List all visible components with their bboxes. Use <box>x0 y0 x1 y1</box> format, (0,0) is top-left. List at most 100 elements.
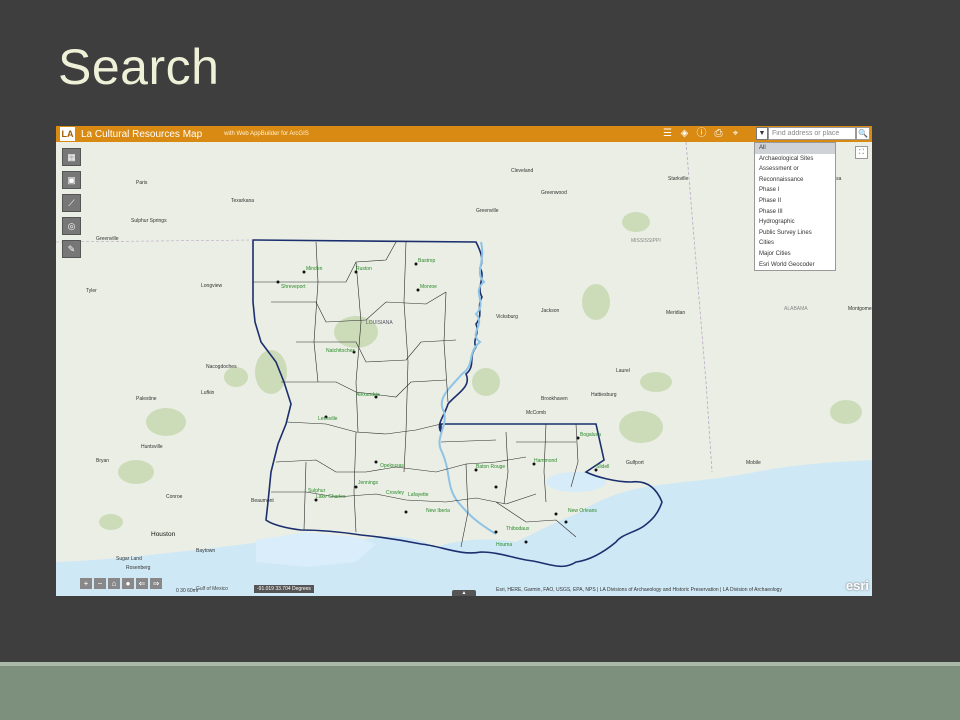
label-monroe: Monroe <box>420 284 437 290</box>
label-shreveport: Shreveport <box>281 284 306 290</box>
label-bogalusa: Bogalusa <box>580 432 601 438</box>
web-app-window: Shreveport Bastrop Monroe Ruston Minden … <box>56 126 872 596</box>
map-tool-column: ▦ ▣ ⟋ ◎ ✎ <box>62 148 81 258</box>
label-natchitoches: Natchitoches <box>326 348 355 354</box>
coordinate-readout[interactable]: -91.019 33.704 Degrees <box>254 585 314 593</box>
grid-icon[interactable]: ▦ <box>62 148 81 166</box>
label-alexandria: Alexandria <box>356 392 380 398</box>
search-option[interactable]: Hydrographic <box>755 217 835 228</box>
camera-icon[interactable]: ▣ <box>62 171 81 189</box>
svg-text:Sulphur Springs: Sulphur Springs <box>131 218 167 224</box>
app-subtitle: with Web AppBuilder for ArcGIS <box>224 131 309 137</box>
esri-logo: esri <box>845 578 869 593</box>
home-icon[interactable]: ⌂ <box>108 578 120 589</box>
svg-text:Longview: Longview <box>201 283 223 289</box>
svg-text:Baytown: Baytown <box>196 548 215 554</box>
zoom-out-button[interactable]: − <box>94 578 106 589</box>
layers-icon[interactable]: ◈ <box>678 127 691 140</box>
svg-text:Bryan: Bryan <box>96 458 109 464</box>
svg-text:Texarkana: Texarkana <box>231 198 254 204</box>
label-bastrop: Bastrop <box>418 258 435 264</box>
my-location-icon[interactable]: ● <box>122 578 134 589</box>
map-attribution: Esri, HERE, Garmin, FAO, USGS, EPA, NPS … <box>496 587 782 593</box>
label-leesville: Leesville <box>318 416 338 422</box>
svg-text:Greenville: Greenville <box>476 208 499 214</box>
search-option[interactable]: Archaeological Sites <box>755 154 835 165</box>
info-icon[interactable]: ⓘ <box>695 127 708 140</box>
label-slidell: Slidell <box>596 464 609 470</box>
svg-text:Rosenberg: Rosenberg <box>126 565 151 571</box>
svg-text:Brookhaven: Brookhaven <box>541 396 568 402</box>
search-source-dropdown[interactable]: ▼ <box>756 127 768 140</box>
svg-text:Starkville: Starkville <box>668 176 689 182</box>
svg-text:Hattiesburg: Hattiesburg <box>591 392 617 398</box>
search-option[interactable]: Reconnaissance <box>755 175 835 186</box>
svg-text:Houston: Houston <box>151 531 176 538</box>
label-opelousas: Opelousas <box>380 463 404 469</box>
search-icon[interactable]: 🔍 <box>856 127 870 140</box>
navigation-tools: + − ⌂ ● ⇐ ⇒ <box>80 578 162 589</box>
svg-text:Conroe: Conroe <box>166 494 183 500</box>
label-lake-charles: Lake Charles <box>316 494 346 500</box>
svg-text:MISSISSIPPI: MISSISSIPPI <box>631 238 661 244</box>
search-widget: ▼ 🔍 <box>756 127 870 140</box>
svg-text:Jackson: Jackson <box>541 308 560 314</box>
attribute-panel-toggle[interactable]: ▲ <box>452 590 476 596</box>
search-option[interactable]: Esri World Geocoder <box>755 260 835 271</box>
fullscreen-icon[interactable]: ⛶ <box>855 146 868 159</box>
label-hammond: Hammond <box>534 458 557 464</box>
previous-extent-icon[interactable]: ⇐ <box>136 578 148 589</box>
svg-text:Cleveland: Cleveland <box>511 168 533 174</box>
label-minden: Minden <box>306 266 323 272</box>
search-option[interactable]: Phase II <box>755 196 835 207</box>
slide-title: Search <box>58 39 220 95</box>
header-widget-icons: ☰ ◈ ⓘ ⎙ ⌖ <box>661 127 742 140</box>
next-extent-icon[interactable]: ⇒ <box>150 578 162 589</box>
app-title: La Cultural Resources Map <box>81 128 203 140</box>
map-canvas[interactable]: Shreveport Bastrop Monroe Ruston Minden … <box>56 142 872 596</box>
svg-text:Montgomery: Montgomery <box>848 306 872 312</box>
label-sulphur: Sulphur <box>308 488 326 494</box>
state-label: LOUISIANA <box>366 320 393 326</box>
label-ruston: Ruston <box>356 266 372 272</box>
draw-icon[interactable]: ✎ <box>62 240 81 258</box>
search-option[interactable]: Phase III <box>755 207 835 218</box>
svg-text:Greenville: Greenville <box>96 236 119 242</box>
label-lafayette: Lafayette <box>408 492 429 498</box>
svg-text:Vicksburg: Vicksburg <box>496 314 518 320</box>
layers-list-icon[interactable]: ◎ <box>62 217 81 235</box>
search-option[interactable]: Major Cities <box>755 249 835 260</box>
svg-text:Huntsville: Huntsville <box>141 444 163 450</box>
measure-icon[interactable]: ⟋ <box>62 194 81 212</box>
label-houma: Houma <box>496 542 512 548</box>
gulf-label: Gulf of Mexico <box>196 586 228 592</box>
search-option[interactable]: All <box>755 143 835 154</box>
label-jennings: Jennings <box>358 480 379 486</box>
svg-text:Palestine: Palestine <box>136 396 157 402</box>
app-logo: LA <box>60 127 75 141</box>
label-new-orleans: New Orleans <box>568 508 597 514</box>
print-icon[interactable]: ⎙ <box>712 127 725 140</box>
svg-text:Sugar Land: Sugar Land <box>116 556 142 562</box>
svg-text:Tyler: Tyler <box>86 288 97 294</box>
search-option[interactable]: Phase I <box>755 185 835 196</box>
svg-text:Nacogdoches: Nacogdoches <box>206 364 237 370</box>
svg-text:Laurel: Laurel <box>616 368 630 374</box>
search-input[interactable] <box>768 127 856 140</box>
search-option[interactable]: Public Survey Lines <box>755 228 835 239</box>
svg-text:Greenwood: Greenwood <box>541 190 567 196</box>
search-option[interactable]: Cities <box>755 238 835 249</box>
zoom-in-button[interactable]: + <box>80 578 92 589</box>
search-source-list: All Archaeological Sites Assessment or R… <box>754 142 836 272</box>
search-option[interactable]: Assessment or <box>755 164 835 175</box>
label-crowley: Crowley <box>386 490 405 496</box>
locate-icon[interactable]: ⌖ <box>729 127 742 140</box>
scalebar: 0 30 60mi <box>176 588 198 594</box>
svg-text:Beaumont: Beaumont <box>251 498 274 504</box>
svg-text:Gulfport: Gulfport <box>626 460 644 466</box>
list-icon[interactable]: ☰ <box>661 127 674 140</box>
svg-text:McComb: McComb <box>526 410 546 416</box>
svg-text:Paris: Paris <box>136 180 148 186</box>
app-header: LA La Cultural Resources Map with Web Ap… <box>56 126 872 142</box>
svg-text:ALABAMA: ALABAMA <box>784 306 808 312</box>
